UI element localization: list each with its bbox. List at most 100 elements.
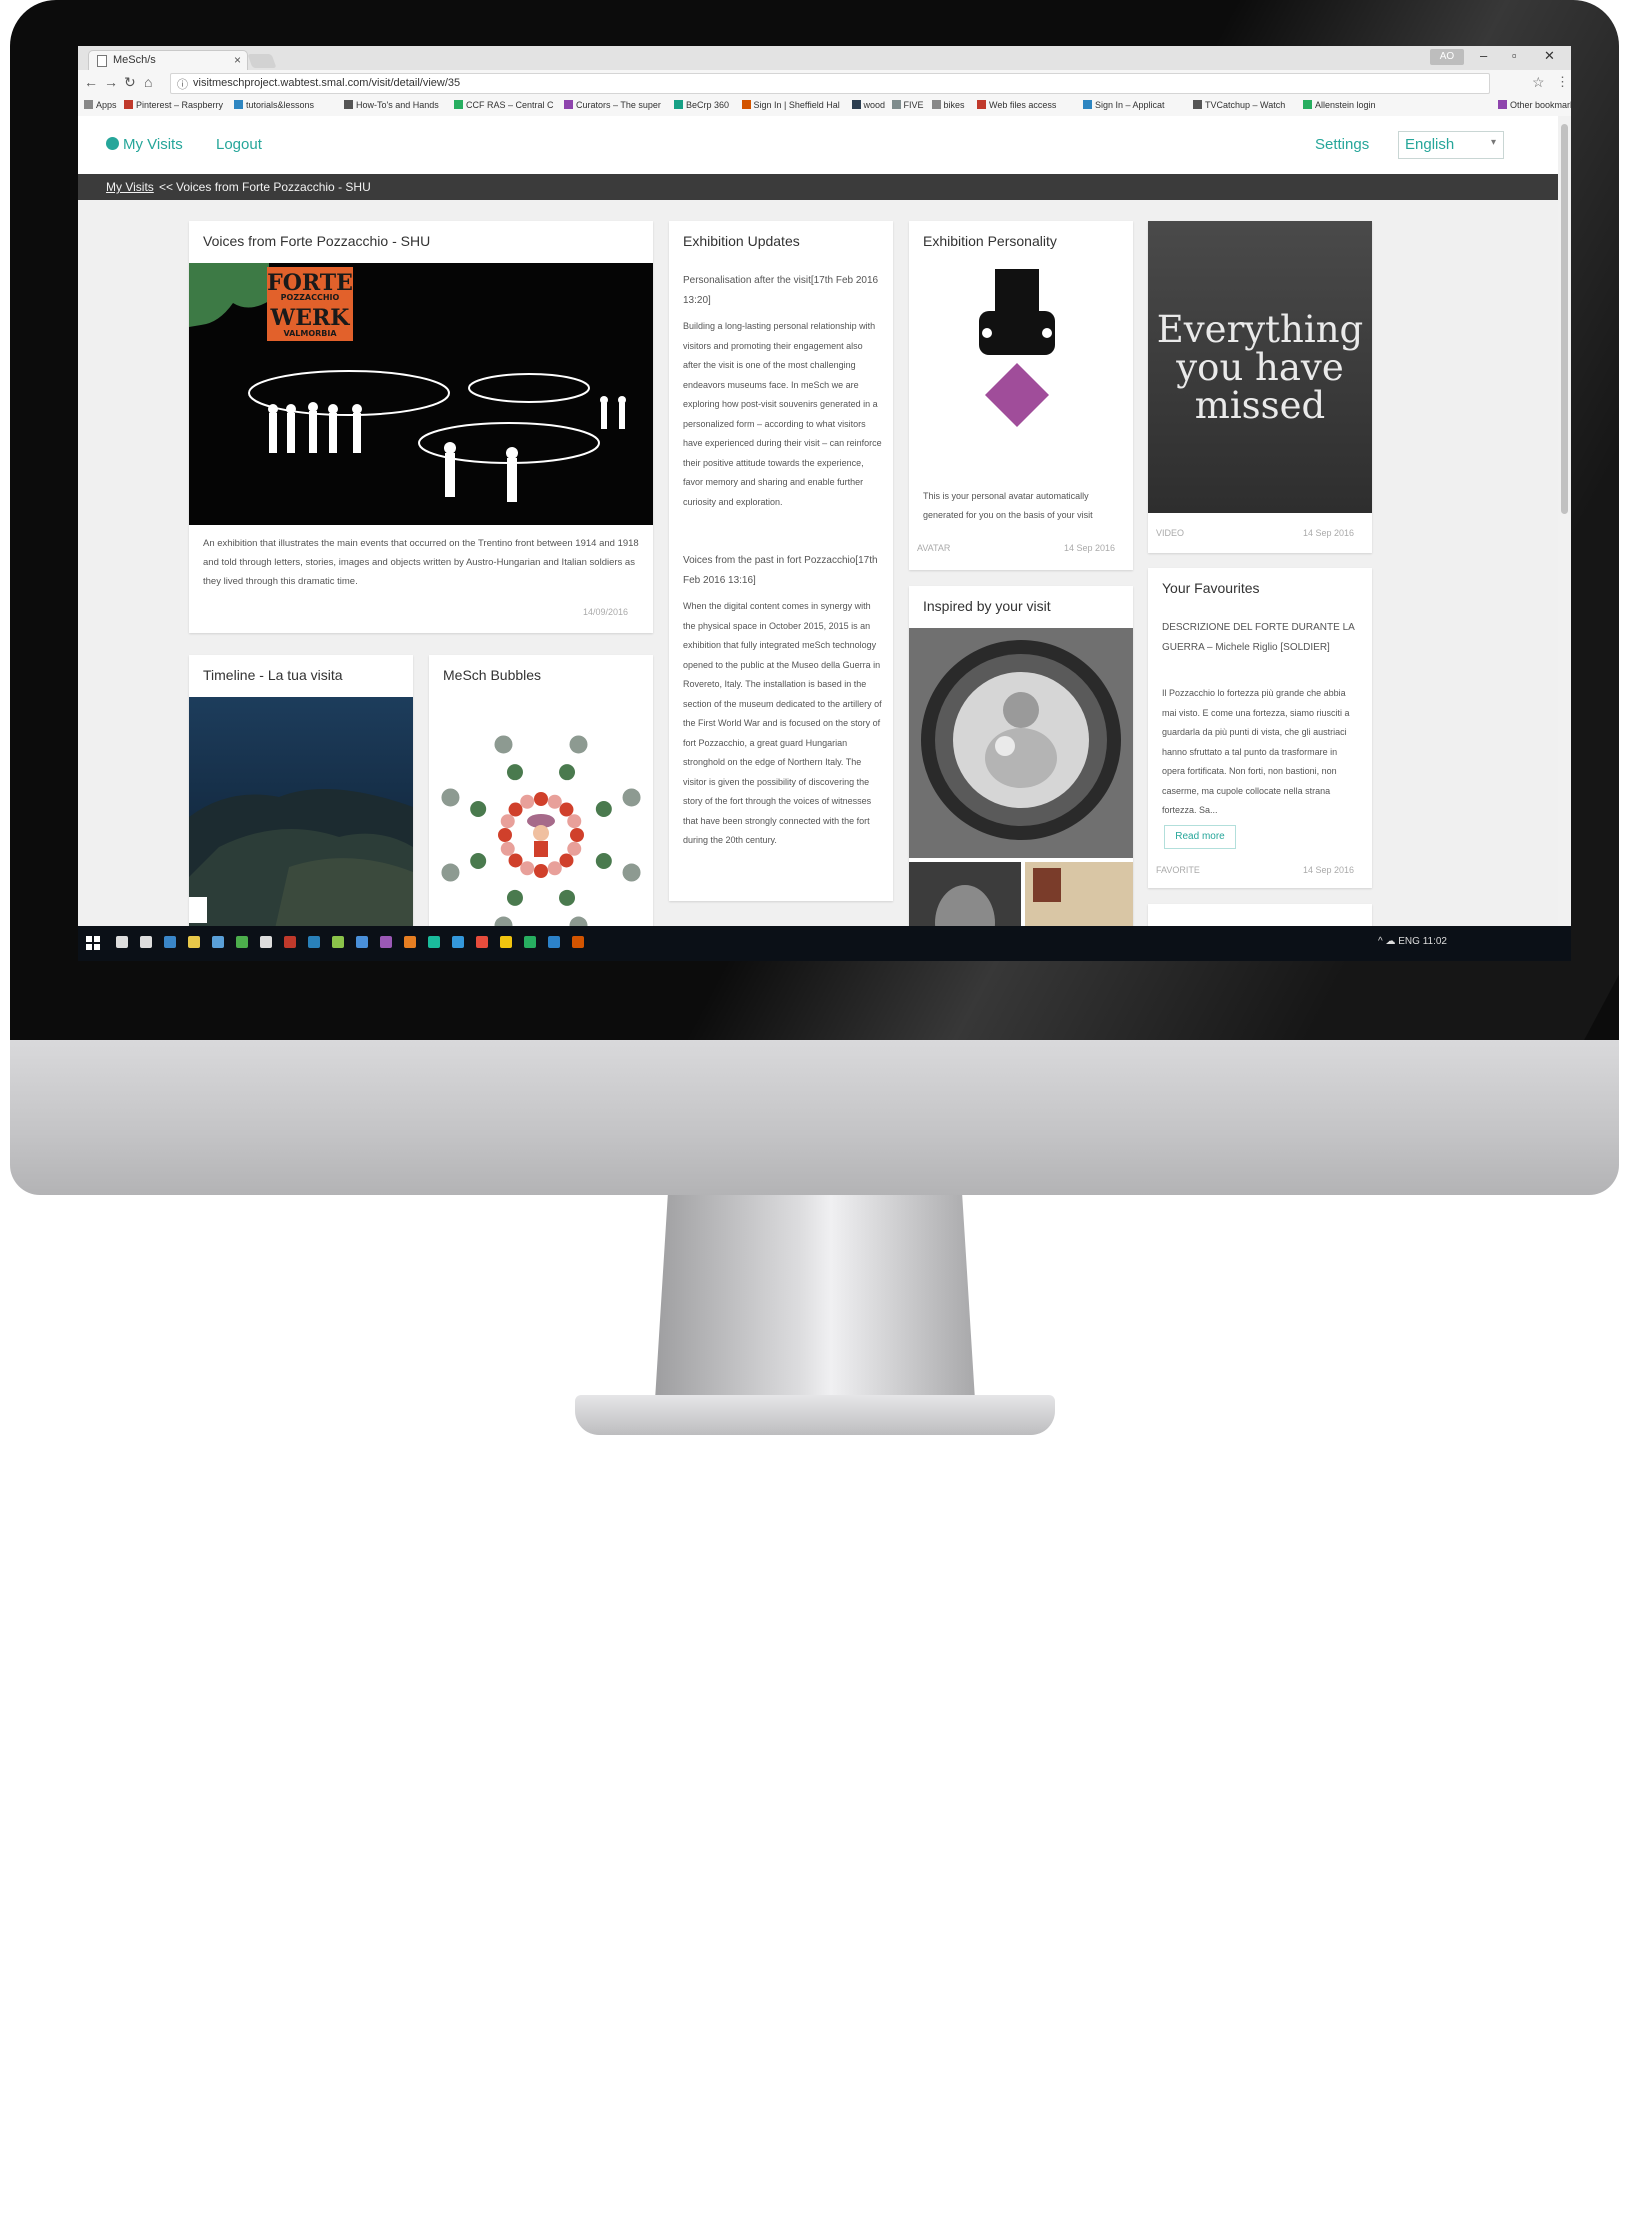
bookmark-favicon-icon: [1193, 100, 1202, 109]
home-icon[interactable]: ⌂: [144, 74, 152, 90]
bookmark-item[interactable]: Pinterest – Raspberry: [124, 100, 223, 110]
tab-title: MeSch/s: [113, 54, 156, 66]
taskbar-app-icon[interactable]: [476, 936, 488, 948]
breadcrumb-separator: <<: [159, 180, 174, 194]
avatar-caption: This is your personal avatar automatical…: [923, 491, 1093, 520]
logout-link[interactable]: Logout: [216, 136, 262, 153]
tab-close-icon[interactable]: ×: [234, 53, 241, 67]
bookmark-item[interactable]: CCF RAS – Central C: [454, 100, 554, 110]
app-header: My Visits Logout Settings English ▾: [78, 116, 1571, 174]
taskbar-app-icon[interactable]: [308, 936, 320, 948]
taskbar-app-icon[interactable]: [260, 936, 272, 948]
bookmark-favicon-icon: [674, 100, 683, 109]
card-type: VIDEO: [1156, 528, 1185, 538]
bookmark-item[interactable]: FIVE: [891, 100, 924, 110]
card-voices-exhibition[interactable]: Voices from Forte Pozzacchio - SHU FORTE…: [189, 221, 653, 633]
bookmark-label: Sign In – Applicat: [1095, 100, 1165, 110]
card-your-favourites[interactable]: Your Favourites DESCRIZIONE DEL FORTE DU…: [1148, 568, 1372, 888]
reload-icon[interactable]: ↻: [124, 74, 136, 91]
exhibition-poster-image: FORTE POZZACCHIO WERK VALMORBIA: [189, 263, 653, 525]
card-inspired-by-visit[interactable]: Inspired by your visit: [909, 586, 1133, 956]
taskbar-app-icon[interactable]: [452, 936, 464, 948]
settings-link[interactable]: Settings: [1315, 136, 1369, 153]
browser-tab[interactable]: MeSch/s ×: [88, 50, 248, 71]
update-heading[interactable]: Voices from the past in fort Pozzacchio[…: [683, 551, 883, 590]
bookmark-favicon-icon: [564, 100, 573, 109]
bubble: [595, 853, 612, 870]
forward-arrow-icon[interactable]: →: [104, 74, 118, 90]
taskbar-app-icon[interactable]: [212, 936, 224, 948]
my-visits-label: My Visits: [123, 136, 183, 153]
card-everything-missed[interactable]: Everything you have missed VIDEO 14 Sep …: [1148, 221, 1372, 553]
language-select[interactable]: English ▾: [1398, 131, 1504, 159]
bubble: [498, 828, 512, 842]
logo-mark: [765, 2110, 885, 2220]
maximize-button[interactable]: ▫: [1512, 48, 1517, 63]
system-tray[interactable]: ^ ☁ ENG 11:02: [1378, 936, 1447, 947]
my-visits-link[interactable]: My Visits: [106, 136, 183, 153]
taskbar-app-icon[interactable]: [500, 936, 512, 948]
bubble: [567, 814, 582, 829]
taskbar-app-icon[interactable]: [572, 936, 584, 948]
read-more-button[interactable]: Read more: [1164, 825, 1236, 849]
card-timeline[interactable]: Timeline - La tua visita: [189, 655, 413, 955]
taskbar-app-icon[interactable]: [140, 936, 152, 948]
taskbar-app-icon[interactable]: [548, 936, 560, 948]
start-icon[interactable]: [86, 936, 100, 950]
bookmark-favicon-icon: [454, 100, 463, 109]
bookmark-item[interactable]: Sign In | Sheffield Hal: [741, 100, 840, 110]
bookmark-item[interactable]: Web files access: [977, 100, 1056, 110]
taskbar-app-icon[interactable]: [284, 936, 296, 948]
close-window-button[interactable]: ✕: [1544, 48, 1555, 64]
taskbar-app-icon[interactable]: [404, 936, 416, 948]
update-heading[interactable]: Personalisation after the visit[17th Feb…: [683, 271, 883, 310]
bookmark-item[interactable]: Other bookmarks: [1498, 100, 1571, 110]
taskbar-app-icon[interactable]: [164, 936, 176, 948]
bookmark-star-icon[interactable]: ☆: [1532, 74, 1545, 91]
page-scrollbar[interactable]: [1558, 116, 1571, 926]
bubble: [470, 800, 487, 817]
card-exhibition-updates[interactable]: Exhibition Updates Personalisation after…: [669, 221, 893, 901]
bookmark-favicon-icon: [1498, 100, 1507, 109]
bookmark-item[interactable]: tutorials&lessons: [234, 100, 314, 110]
url-text: visitmeschproject.wabtest.smal.com/visit…: [193, 77, 461, 89]
bubble: [595, 800, 612, 817]
breadcrumb-my-visits-link[interactable]: My Visits: [106, 180, 154, 194]
browser-menu-icon[interactable]: ⋮: [1556, 74, 1569, 90]
card-title: Timeline - La tua visita: [203, 667, 343, 683]
bookmark-item[interactable]: Sign In – Applicat: [1083, 100, 1165, 110]
taskbar-app-icon[interactable]: [524, 936, 536, 948]
card-mesch-bubbles[interactable]: MeSch Bubbles: [429, 655, 653, 955]
taskbar-app-icon[interactable]: [380, 936, 392, 948]
scroll-thumb[interactable]: [1561, 124, 1568, 514]
bookmarks-bar: Apps Pinterest – Raspberry tutorials&lesso…: [78, 96, 1571, 117]
taskbar-app-icon[interactable]: [236, 936, 248, 948]
taskbar-app-icon[interactable]: [356, 936, 368, 948]
address-bar[interactable]: ⓘ visitmeschproject.wabtest.smal.com/vis…: [170, 73, 1490, 94]
bookmark-item[interactable]: BeCrp 360: [674, 100, 729, 110]
minimize-button[interactable]: –: [1480, 48, 1487, 63]
taskbar-app-icon[interactable]: [116, 936, 128, 948]
bookmark-favicon-icon: [84, 100, 93, 109]
taskbar-app-icon[interactable]: [332, 936, 344, 948]
new-tab-button[interactable]: [247, 54, 277, 68]
bookmark-label: Curators – The super: [576, 100, 661, 110]
bookmark-favicon-icon: [741, 100, 751, 109]
back-arrow-icon[interactable]: ←: [84, 74, 98, 90]
bubble: [547, 861, 562, 876]
card-exhibition-personality[interactable]: Exhibition Personality This is your pers…: [909, 221, 1133, 570]
bookmark-item[interactable]: wood: [851, 100, 885, 110]
bookmark-item[interactable]: TVCatchup – Watch: [1193, 100, 1285, 110]
taskbar-app-icon[interactable]: [428, 936, 440, 948]
bookmark-item[interactable]: How-To's and Hands: [344, 100, 439, 110]
profile-chip[interactable]: AO: [1430, 49, 1464, 65]
favourite-heading[interactable]: DESCRIZIONE DEL FORTE DURANTE LA GUERRA …: [1162, 618, 1362, 657]
bookmark-favicon-icon: [1303, 100, 1312, 109]
bookmark-item[interactable]: Allenstein login: [1303, 100, 1376, 110]
bookmark-favicon-icon: [344, 100, 353, 109]
bubble: [500, 814, 515, 829]
bookmark-item[interactable]: bikes: [931, 100, 965, 110]
bookmark-item[interactable]: Curators – The super: [564, 100, 661, 110]
bookmark-item[interactable]: Apps: [84, 100, 117, 110]
taskbar-app-icon[interactable]: [188, 936, 200, 948]
